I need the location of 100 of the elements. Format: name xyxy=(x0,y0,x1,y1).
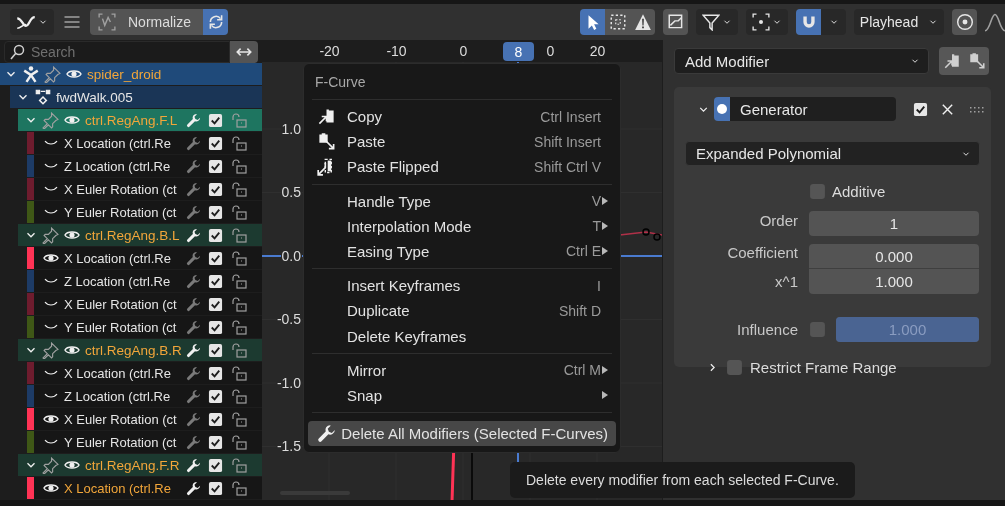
number-field[interactable]: 0.000 xyxy=(809,244,979,269)
unlocked-icon[interactable] xyxy=(230,135,248,151)
fcurve-channel-row[interactable]: Y Euler Rotation (ct xyxy=(34,316,262,338)
menu-item[interactable]: Insert Keyframes I xyxy=(308,273,616,299)
tool-button[interactable] xyxy=(630,9,655,35)
snap-target-dropdown[interactable]: Playhead xyxy=(854,9,944,35)
checkbox[interactable] xyxy=(809,320,826,338)
menu-item[interactable]: Paste Shift Insert xyxy=(308,129,616,155)
keyframe-view-button[interactable] xyxy=(663,9,688,35)
unlocked-icon[interactable] xyxy=(230,158,248,174)
action-channel-row[interactable]: fwdWalk.005 xyxy=(10,86,262,109)
menu-item[interactable]: Paste Flipped Shift Ctrl V xyxy=(308,154,616,180)
checkbox[interactable] xyxy=(208,250,223,266)
checkbox[interactable] xyxy=(208,181,223,197)
menu-item[interactable]: Copy Ctrl Insert xyxy=(308,103,616,130)
checkbox[interactable] xyxy=(208,158,223,174)
pivot-dropdown[interactable] xyxy=(746,9,788,35)
fcurve-channel-row[interactable]: X Euler Rotation (ct xyxy=(34,408,262,430)
checkbox[interactable] xyxy=(208,319,223,335)
menu-item[interactable]: Interpolation Mode T xyxy=(308,213,616,239)
unlocked-icon[interactable] xyxy=(230,319,248,335)
unlocked-icon[interactable] xyxy=(230,342,248,358)
mode-dropdown[interactable]: Expanded Polynomial xyxy=(685,141,980,166)
falloff-curve-icon[interactable] xyxy=(985,12,1005,32)
checkbox[interactable] xyxy=(208,135,223,151)
checkbox[interactable] xyxy=(809,182,826,200)
checkbox[interactable] xyxy=(208,342,223,358)
menu-item[interactable]: Easing Type Ctrl E xyxy=(308,238,616,265)
wrench-icon[interactable] xyxy=(186,480,201,496)
editor-type-menu[interactable] xyxy=(10,9,54,35)
tool-button[interactable] xyxy=(605,9,630,35)
search-field[interactable]: Search xyxy=(4,41,230,63)
fcurve-channel-row[interactable]: Z Location (ctrl.Re xyxy=(34,155,262,177)
menu-item[interactable]: Duplicate Shift D xyxy=(308,298,616,324)
number-field[interactable]: 1 xyxy=(809,211,979,236)
number-field[interactable]: 1.000 xyxy=(809,269,979,294)
unlocked-icon[interactable] xyxy=(230,273,248,289)
menu-item[interactable]: Mirror Ctrl M xyxy=(308,357,616,383)
unlocked-icon[interactable] xyxy=(230,434,248,450)
menu-item[interactable]: Delete All Modifiers (Selected F-Curves) xyxy=(308,420,616,447)
snap-toggle[interactable] xyxy=(796,9,821,35)
pin-icon[interactable] xyxy=(42,456,59,474)
checkbox[interactable] xyxy=(208,273,223,289)
checkbox[interactable] xyxy=(208,388,223,404)
checkbox[interactable] xyxy=(913,101,928,117)
unlocked-icon[interactable] xyxy=(230,296,248,312)
unlocked-icon[interactable] xyxy=(230,204,248,220)
pin-icon[interactable] xyxy=(42,341,59,359)
modifier-name-field[interactable]: Generator xyxy=(730,97,896,121)
fcurve-channel-row[interactable]: Y Euler Rotation (ct xyxy=(34,431,262,453)
unlocked-icon[interactable] xyxy=(230,227,248,243)
wrench-icon[interactable] xyxy=(186,342,201,358)
add-modifier-dropdown[interactable]: Add Modifier xyxy=(674,48,929,74)
proportional-toggle[interactable] xyxy=(952,9,977,35)
unlocked-icon[interactable] xyxy=(230,388,248,404)
filter-dropdown[interactable] xyxy=(696,9,738,35)
swap-button[interactable] xyxy=(230,41,258,63)
unlocked-icon[interactable] xyxy=(230,480,248,496)
fcurve-channel-row[interactable]: X Location (ctrl.Re xyxy=(34,362,262,384)
menu-item[interactable]: Handle Type V xyxy=(308,188,616,214)
menu-item[interactable]: Delete Keyframes xyxy=(308,323,616,349)
group-channel-row[interactable]: ctrl.RegAng.B.L xyxy=(18,224,262,247)
fcurve-channel-row[interactable]: X Euler Rotation (ct xyxy=(34,178,262,200)
checkbox[interactable] xyxy=(208,296,223,312)
unlocked-icon[interactable] xyxy=(230,365,248,381)
keyframe-point[interactable] xyxy=(642,228,650,236)
checkbox[interactable] xyxy=(208,112,223,128)
pin-icon[interactable] xyxy=(42,226,59,244)
wrench-icon[interactable] xyxy=(186,457,201,473)
checkbox[interactable] xyxy=(208,411,223,427)
fcurve-channel-row[interactable]: X Euler Rotation (ct xyxy=(34,293,262,315)
checkbox[interactable] xyxy=(208,457,223,473)
checkbox[interactable] xyxy=(208,365,223,381)
wrench-icon[interactable] xyxy=(186,227,201,243)
unlocked-icon[interactable] xyxy=(230,181,248,197)
fcurve-channel-row[interactable]: X Location (ctrl.Re xyxy=(34,247,262,269)
current-frame-badge[interactable]: 8 xyxy=(503,42,534,61)
auto-normalize-toggle[interactable] xyxy=(203,9,228,35)
fcurve-channel-row[interactable]: X Location (ctrl.Re xyxy=(34,132,262,154)
checkbox[interactable] xyxy=(208,480,223,496)
modifier-toggle[interactable] xyxy=(714,97,730,121)
checkbox[interactable] xyxy=(208,204,223,220)
object-channel-row[interactable]: spider_droid xyxy=(0,63,262,86)
pin-icon[interactable] xyxy=(44,65,61,83)
unlocked-icon[interactable] xyxy=(230,457,248,473)
keyframe-point[interactable] xyxy=(653,233,661,241)
fcurve-channel-row[interactable]: Z Location (ctrl.Re xyxy=(34,385,262,407)
tool-button[interactable] xyxy=(580,9,605,35)
unlocked-icon[interactable] xyxy=(230,411,248,427)
group-channel-row[interactable]: ctrl.RegAng.F.R xyxy=(18,454,262,477)
checkbox[interactable] xyxy=(726,359,743,376)
group-channel-row[interactable]: ctrl.RegAng.B.R xyxy=(18,339,262,362)
checkbox[interactable] xyxy=(208,434,223,450)
unlocked-icon[interactable] xyxy=(230,250,248,266)
fcurve-channel-row[interactable]: Y Euler Rotation (ct xyxy=(34,201,262,223)
copy-modifiers-button[interactable] xyxy=(939,47,964,75)
fcurve-channel-row[interactable]: Z Location (ctrl.Re xyxy=(34,270,262,292)
normalize-toggle[interactable]: Normalize xyxy=(90,9,203,35)
paste-modifiers-button[interactable] xyxy=(964,47,989,75)
menu-item[interactable]: Snap xyxy=(308,382,616,408)
